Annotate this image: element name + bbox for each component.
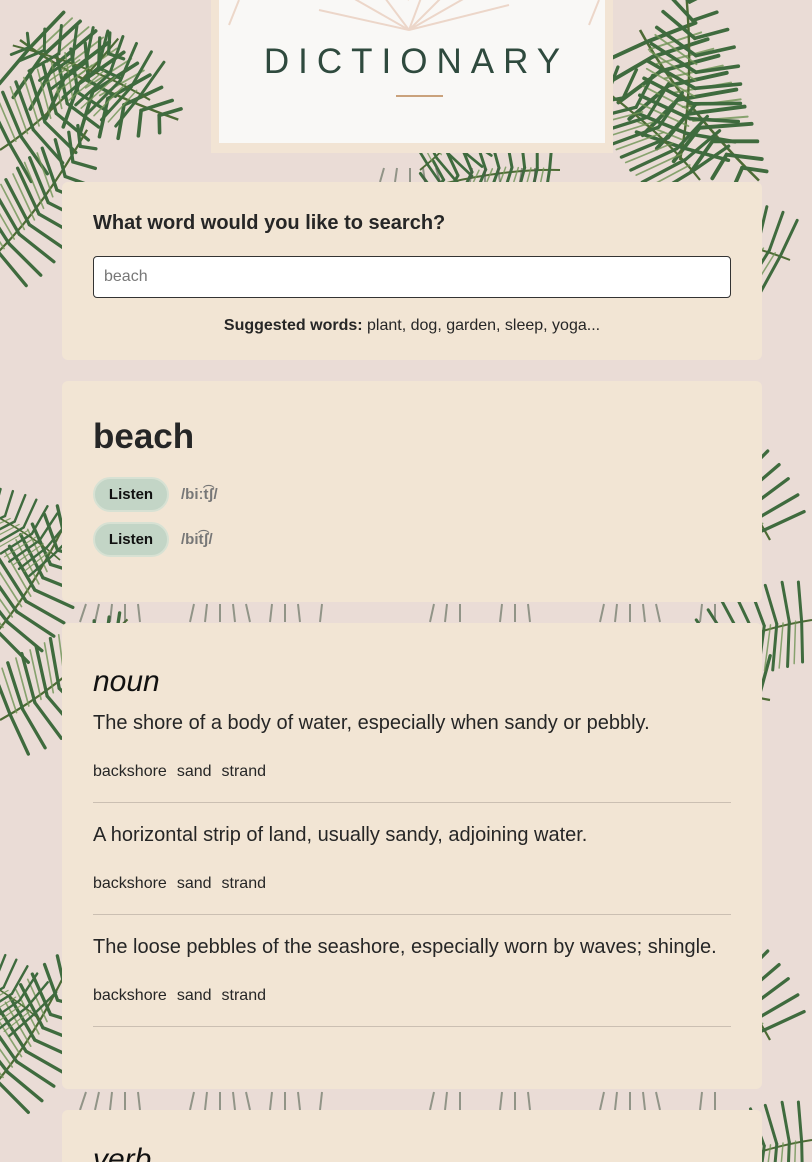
suggested-words-label: Suggested words:	[223, 317, 363, 334]
synonym: sand	[176, 763, 212, 780]
part-of-speech: verb	[93, 1143, 152, 1162]
suggested-words: Suggested words: plant, dog, garden, sle…	[93, 317, 731, 335]
synonyms-list: backshore sand strand	[93, 875, 731, 893]
search-card: What word would you like to search? Sugg…	[62, 182, 762, 360]
word-title: beach	[93, 417, 195, 456]
suggested-words-list: plant, dog, garden, sleep, yoga...	[367, 317, 601, 334]
definition-text: The loose pebbles of the seashore, espec…	[93, 936, 717, 958]
meaning-card: noun The shore of a body of water, espec…	[62, 623, 762, 1089]
definition-item: A horizontal strip of land, usually sand…	[93, 823, 731, 915]
header-inner-panel: DICTIONARY	[219, 0, 605, 143]
synonym: backshore	[93, 763, 167, 780]
part-of-speech: noun	[93, 665, 160, 698]
header-decoration-icon	[228, 0, 600, 31]
definition-item: The shore of a body of water, especially…	[93, 711, 731, 803]
meaning-card: verb	[62, 1110, 762, 1162]
app-title: DICTIONARY	[263, 42, 570, 81]
phonetic-row: Listen /biːt͡ʃ/	[93, 477, 731, 512]
phonetic-text: /biːt͡ʃ/	[181, 486, 218, 503]
synonyms-list: backshore sand strand	[93, 987, 731, 1005]
synonym: sand	[176, 875, 212, 892]
synonyms-list: backshore sand strand	[93, 763, 731, 781]
synonym: backshore	[93, 875, 167, 892]
word-card: beach Listen /biːt͡ʃ/ Listen /bit͡ʃ/	[62, 381, 762, 602]
definition-text: A horizontal strip of land, usually sand…	[93, 824, 588, 846]
synonym: strand	[221, 987, 266, 1004]
synonym: strand	[221, 763, 266, 780]
listen-button[interactable]: Listen	[93, 522, 169, 557]
synonym: backshore	[93, 987, 167, 1004]
phonetic-row: Listen /bit͡ʃ/	[93, 522, 731, 557]
synonym: strand	[221, 875, 266, 892]
definition-item: The loose pebbles of the seashore, espec…	[93, 935, 731, 1027]
search-question-label: What word would you like to search?	[93, 212, 446, 234]
phonetic-text: /bit͡ʃ/	[181, 531, 213, 548]
search-input[interactable]	[93, 256, 731, 298]
synonym: sand	[176, 987, 212, 1004]
definition-text: The shore of a body of water, especially…	[93, 712, 650, 734]
listen-button[interactable]: Listen	[93, 477, 169, 512]
title-underline-divider	[396, 95, 443, 97]
header-banner: DICTIONARY	[211, 0, 613, 153]
dictionary-page: DICTIONARY What word would you like to s…	[0, 0, 812, 1162]
